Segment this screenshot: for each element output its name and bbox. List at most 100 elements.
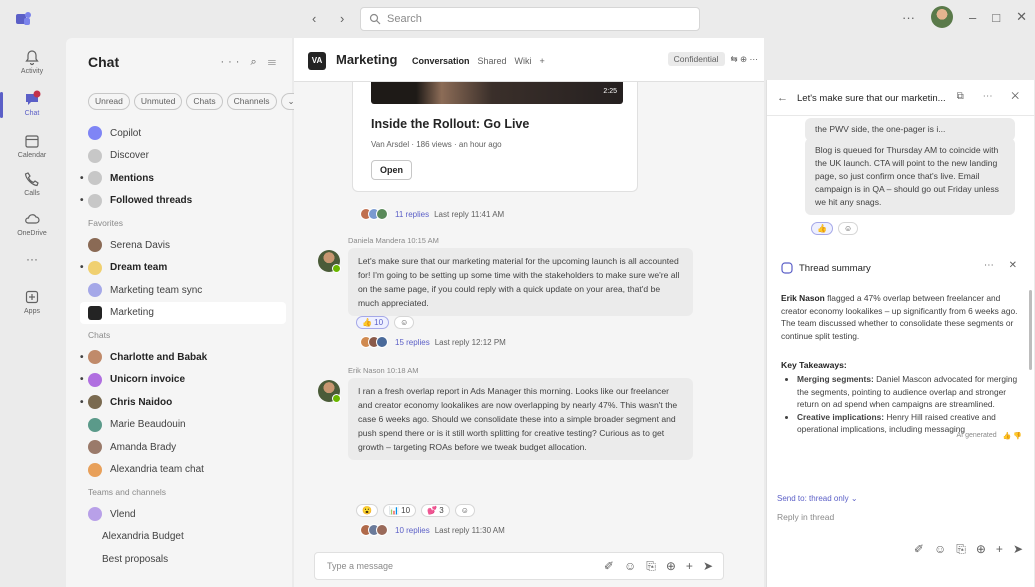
rail-calls[interactable]: Calls: [0, 166, 64, 206]
rail-activity[interactable]: Activity: [0, 44, 64, 84]
attach-icon[interactable]: ⎘: [956, 542, 966, 557]
rail-calendar[interactable]: Calendar: [0, 128, 64, 168]
thread-reply-composer[interactable]: Send to: thread only ⌄ Reply in thread ✐…: [773, 488, 1029, 584]
rail-more[interactable]: ···: [0, 246, 64, 286]
chat-list-item[interactable]: Marketing: [80, 301, 286, 324]
more-icon: ···: [26, 252, 38, 266]
chat-list-item[interactable]: • Charlotte and Babak: [80, 346, 286, 368]
format-icon[interactable]: ✐: [604, 559, 614, 574]
history-nav-arrows[interactable]: ‹ ›: [312, 11, 354, 26]
rail-chat[interactable]: Chat: [0, 86, 64, 126]
reaction-like[interactable]: 👍 10: [356, 316, 390, 329]
emoji-icon[interactable]: ☺: [934, 542, 946, 557]
video-thumbnail[interactable]: 2:25: [371, 82, 623, 104]
chat-list-item[interactable]: Copilot: [80, 122, 286, 144]
search-input[interactable]: Search: [360, 7, 700, 31]
video-card-title: Inside the Rollout: Go Live: [371, 117, 530, 131]
sensitivity-badge[interactable]: Confidential: [667, 52, 725, 66]
add-icon[interactable]: +: [686, 559, 693, 574]
chat-list-item[interactable]: Marketing team sync: [80, 279, 286, 301]
chat-list-item[interactable]: Amanda Brady: [80, 436, 286, 458]
reaction-chart[interactable]: 📊 10: [382, 504, 417, 517]
attach-icon[interactable]: ⎘: [646, 559, 656, 574]
rail-onedrive[interactable]: OneDrive: [0, 206, 64, 246]
reply-summary[interactable]: 10 replies Last reply 11:30 AM: [360, 524, 505, 536]
feedback-buttons[interactable]: 👍 👎: [1003, 432, 1022, 440]
chat-list-item-label: Best proposals: [102, 553, 169, 565]
back-arrow-icon[interactable]: ←: [777, 92, 788, 104]
chat-list-item[interactable]: • Unicorn invoice: [80, 369, 286, 391]
chat-list-item[interactable]: • Chris Naidoo: [80, 391, 286, 413]
reply-summary[interactable]: 11 replies Last reply 11:41 AM: [360, 208, 504, 220]
thread-header: ← Let's make sure that our marketin... ⧉…: [767, 80, 1035, 116]
send-icon[interactable]: ➤: [703, 559, 713, 574]
filter-unread[interactable]: Unread: [88, 93, 130, 110]
loop-icon[interactable]: ⊕: [666, 559, 676, 574]
chat-list-item[interactable]: • Mentions: [80, 167, 286, 189]
maximize-button[interactable]: □: [992, 10, 1000, 25]
avatar[interactable]: [318, 380, 341, 403]
chat-list-item[interactable]: Alexandria team chat: [80, 459, 286, 481]
chat-list-tools[interactable]: ··· ⌕ ☰: [220, 56, 280, 69]
tab-wiki[interactable]: Wiki: [515, 56, 532, 66]
avatar: [88, 350, 102, 364]
avatar: [88, 395, 102, 409]
close-window-button[interactable]: ✕: [1016, 9, 1027, 25]
phone-icon: [24, 172, 39, 187]
reaction-surprised[interactable]: 😮: [356, 504, 378, 517]
add-reaction-button[interactable]: ☺: [837, 222, 859, 235]
reaction-like[interactable]: 👍: [811, 222, 833, 235]
chat-list-item[interactable]: Serena Davis: [80, 234, 286, 256]
chat-list-section-label: Teams and channels: [88, 487, 166, 497]
avatar: [88, 260, 102, 275]
add-reaction-button[interactable]: ☺: [394, 316, 415, 329]
reply-count[interactable]: 15 replies: [395, 338, 430, 347]
chat-list-item[interactable]: Vlend: [80, 503, 286, 525]
profile-avatar[interactable]: [931, 6, 953, 28]
loop-icon[interactable]: ⊕: [976, 542, 986, 557]
chat-list-item[interactable]: Alexandria Budget: [80, 526, 286, 548]
filter-chats[interactable]: Chats: [186, 93, 223, 110]
minimize-button[interactable]: –: [969, 10, 976, 25]
reply-summary[interactable]: 15 replies Last reply 12:12 PM: [360, 336, 506, 348]
tab-conversation[interactable]: Conversation: [412, 56, 470, 66]
add-reaction-button[interactable]: ☺: [454, 504, 475, 517]
avatar: [88, 126, 102, 140]
rail-apps[interactable]: Apps: [0, 284, 64, 324]
avatar: [88, 372, 102, 387]
reply-count[interactable]: 11 replies: [395, 210, 429, 219]
channel-actions[interactable]: ⇆ ⊕ ⋯: [731, 54, 758, 65]
chat-list-section-label: Chats: [88, 330, 111, 340]
chat-list-item[interactable]: Discover: [80, 145, 286, 167]
summary-actions[interactable]: ⋯ ✕: [984, 260, 1023, 271]
scrollbar[interactable]: [1029, 290, 1032, 370]
open-video-button[interactable]: Open: [371, 160, 413, 180]
chat-list-item[interactable]: • Dream team: [80, 257, 286, 279]
add-icon[interactable]: +: [996, 542, 1003, 557]
format-icon[interactable]: ✐: [914, 542, 924, 557]
message-meta: Daniela Mandera 10:15 AM: [348, 236, 439, 245]
more-options-button[interactable]: ···: [902, 10, 915, 25]
chat-list-item-label: Marie Beaudouin: [110, 419, 186, 430]
chat-list-item[interactable]: • Followed threads: [80, 190, 286, 212]
send-to-dropdown[interactable]: Send to: thread only ⌄: [777, 494, 858, 503]
add-tab-button[interactable]: +: [540, 56, 545, 66]
reply-avatars: [360, 524, 388, 536]
filter-unmuted[interactable]: Unmuted: [133, 93, 183, 110]
filter-channels[interactable]: Channels: [226, 93, 277, 110]
chat-list-item[interactable]: Marie Beaudouin: [80, 414, 286, 436]
send-icon[interactable]: ➤: [1013, 542, 1023, 557]
chat-list-item-label: Discover: [110, 150, 149, 161]
avatar[interactable]: [318, 250, 341, 273]
tab-shared[interactable]: Shared: [478, 56, 507, 66]
thread-header-tools[interactable]: ⧉ ⋯ ✕: [957, 91, 1027, 102]
message-composer[interactable]: Type a message ✐ ☺ ⎘ ⊕ + ➤: [314, 552, 724, 580]
reaction-hearts[interactable]: 💕 3: [421, 504, 450, 517]
bell-icon: [25, 50, 39, 66]
unread-dot: •: [80, 396, 84, 408]
reply-tools: ✐ ☺ ⎘ ⊕ + ➤: [914, 542, 1023, 557]
chat-filters: Unread Unmuted Chats Channels ⌄: [88, 93, 302, 110]
chat-list-item[interactable]: Best proposals: [80, 548, 286, 570]
emoji-icon[interactable]: ☺: [624, 559, 636, 574]
reply-count[interactable]: 10 replies: [395, 526, 430, 535]
